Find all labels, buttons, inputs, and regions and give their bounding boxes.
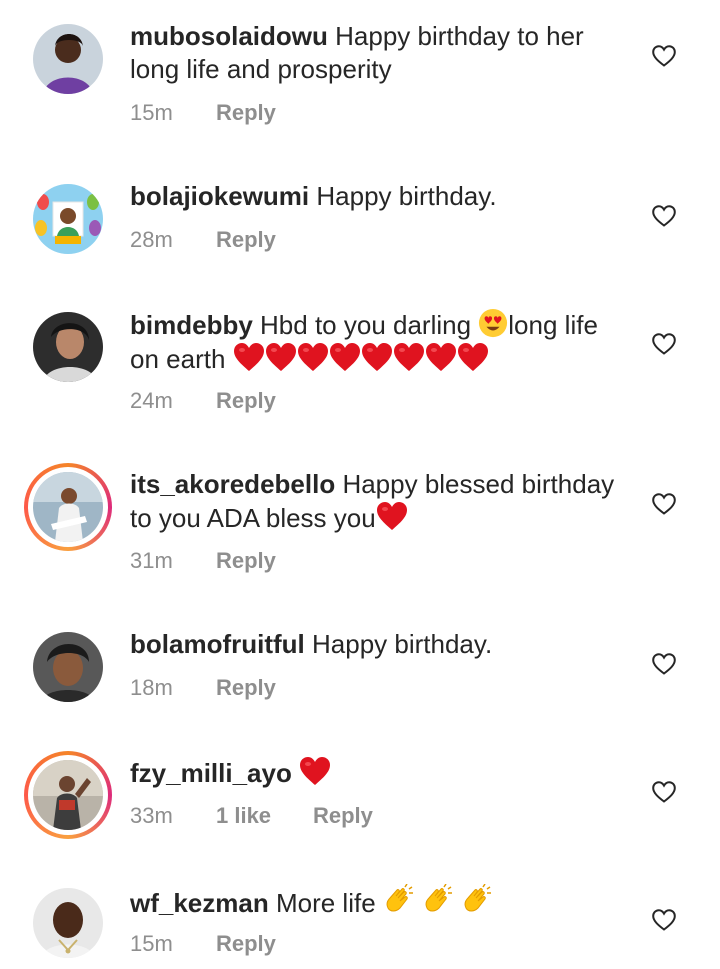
avatar-image	[33, 632, 103, 702]
avatar-image	[33, 760, 103, 830]
comment-meta: 31m Reply	[130, 548, 276, 574]
comment-time: 28m	[130, 227, 173, 252]
comment-body: Happy birthday.	[316, 181, 497, 211]
heart-outline-icon[interactable]	[651, 652, 677, 676]
comment-username[interactable]: wf_kezman	[130, 888, 269, 918]
comment-time: 31m	[130, 548, 173, 573]
reply-button[interactable]: Reply	[216, 931, 276, 957]
heart-outline-icon[interactable]	[651, 908, 677, 932]
comment-time: 24m	[130, 388, 173, 413]
comment-text: bimdebby Hbd to you darling long life on…	[130, 308, 620, 376]
avatar[interactable]	[33, 760, 103, 830]
heart-outline-icon[interactable]	[651, 44, 677, 68]
comment-time: 33m	[130, 803, 173, 828]
reply-button[interactable]: Reply	[216, 675, 276, 701]
red-heart-emoji	[297, 342, 329, 372]
comment-meta: 15m Reply	[130, 100, 276, 126]
red-heart-emoji	[376, 501, 408, 531]
avatar-image	[33, 472, 103, 542]
avatar[interactable]	[33, 888, 103, 958]
reply-button[interactable]: Reply	[216, 227, 276, 253]
red-heart-emoji	[329, 342, 361, 372]
comment-text: its_akoredebello Happy blessed birthday …	[130, 468, 620, 535]
heart-outline-icon[interactable]	[651, 492, 677, 516]
heart-eyes-emoji	[478, 308, 508, 338]
comment-text: bolajiokewumi Happy birthday.	[130, 180, 620, 213]
comment-username[interactable]: fzy_milli_ayo	[130, 758, 292, 788]
comment-body: Hbd to you darling	[260, 310, 479, 340]
comment-body: Happy birthday.	[312, 629, 493, 659]
comment-username[interactable]: bimdebby	[130, 310, 253, 340]
comment-text: fzy_milli_ayo	[130, 756, 620, 790]
avatar-image	[33, 888, 103, 958]
comment-text: mubosolaidowu Happy birthday to her long…	[130, 20, 620, 86]
comment-username[interactable]: mubosolaidowu	[130, 21, 328, 51]
reply-button[interactable]: Reply	[216, 548, 276, 574]
comment-body: More life	[275, 888, 383, 918]
avatar[interactable]	[33, 24, 103, 94]
red-heart-emoji	[457, 342, 489, 372]
red-heart-emoji	[393, 342, 425, 372]
reply-button[interactable]: Reply	[313, 803, 373, 829]
avatar[interactable]	[33, 632, 103, 702]
comment-time: 15m	[130, 100, 173, 125]
comment-meta: 18m Reply	[130, 675, 276, 701]
clapping-hands-emoji	[461, 884, 493, 916]
heart-outline-icon[interactable]	[651, 332, 677, 356]
comment-meta: 24m Reply	[130, 388, 276, 414]
comment-time: 18m	[130, 675, 173, 700]
comment-username[interactable]: bolamofruitful	[130, 629, 305, 659]
red-heart-emoji	[299, 756, 331, 786]
comment-meta: 33m 1 like Reply	[130, 803, 373, 829]
red-heart-emoji	[233, 342, 265, 372]
comment-username[interactable]: its_akoredebello	[130, 469, 335, 499]
heart-outline-icon[interactable]	[651, 204, 677, 228]
avatar[interactable]	[33, 472, 103, 542]
clapping-hands-emoji	[422, 884, 454, 916]
avatar[interactable]	[33, 184, 103, 254]
comment-text: wf_kezman More life	[130, 884, 620, 920]
comment-text: bolamofruitful Happy birthday.	[130, 628, 620, 661]
comment-username[interactable]: bolajiokewumi	[130, 181, 309, 211]
red-heart-emoji	[361, 342, 393, 372]
comment-time: 15m	[130, 931, 173, 956]
avatar-image	[33, 184, 103, 254]
avatar[interactable]	[33, 312, 103, 382]
story-ring[interactable]	[24, 751, 112, 839]
reply-button[interactable]: Reply	[216, 100, 276, 126]
clapping-hands-emoji	[383, 884, 415, 916]
red-heart-emoji	[265, 342, 297, 372]
red-heart-emoji	[425, 342, 457, 372]
story-ring[interactable]	[24, 463, 112, 551]
avatar-image	[33, 312, 103, 382]
likes-count[interactable]: 1 like	[216, 803, 313, 829]
comment-meta: 28m Reply	[130, 227, 276, 253]
comment-meta: 15m Reply	[130, 931, 276, 957]
reply-button[interactable]: Reply	[216, 388, 276, 414]
avatar-image	[33, 24, 103, 94]
heart-outline-icon[interactable]	[651, 780, 677, 804]
